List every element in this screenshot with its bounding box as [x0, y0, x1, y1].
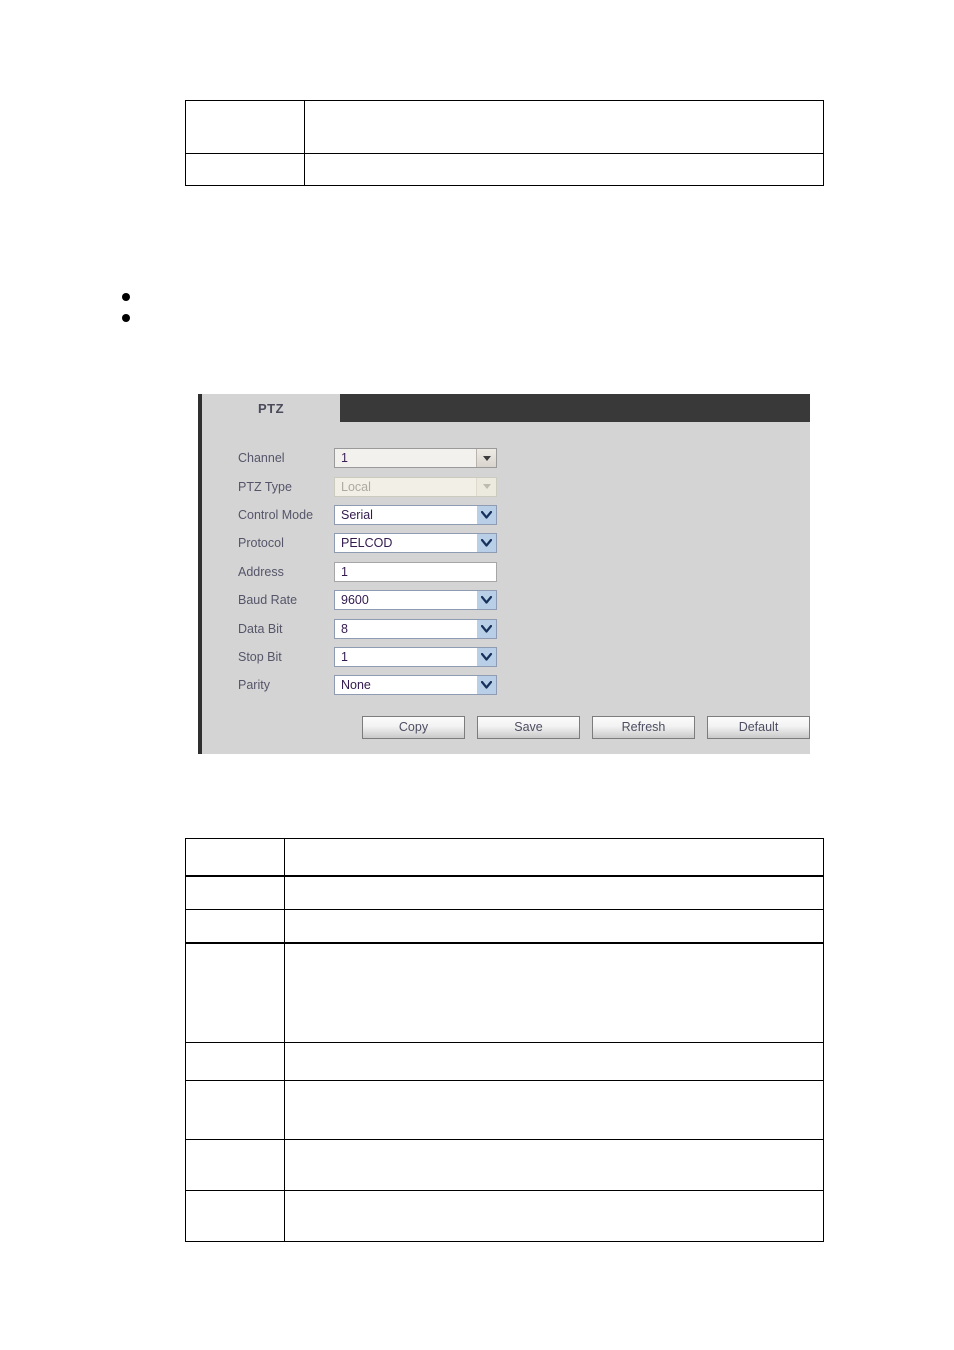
chevron-down-icon[interactable] — [477, 505, 496, 524]
ptz-tab-bar: PTZ — [202, 394, 810, 422]
table-row — [185, 942, 824, 1043]
table-row — [185, 1139, 824, 1191]
save-button[interactable]: Save — [477, 715, 580, 739]
select-control-mode[interactable]: Serial — [334, 504, 497, 525]
select-protocol-value: PELCOD — [341, 536, 393, 551]
select-ptz-type: Local — [334, 476, 497, 497]
table-cell-parameter — [185, 1080, 285, 1140]
select-parity-value: None — [341, 678, 371, 693]
table-cell-function — [284, 838, 824, 877]
label-ptz-type: PTZ Type — [238, 479, 292, 494]
table-cell-parameter — [185, 1139, 285, 1191]
form-row-control-mode: Control Mode Serial — [202, 501, 810, 529]
label-stop-bit: Stop Bit — [238, 649, 282, 664]
chevron-down-icon[interactable] — [477, 676, 496, 695]
select-channel-value: 1 — [341, 451, 348, 466]
select-ptz-type-value: Local — [341, 479, 371, 494]
chevron-down-icon[interactable] — [477, 619, 496, 638]
select-parity[interactable]: None — [334, 675, 497, 696]
table-row — [185, 1042, 824, 1081]
label-address: Address — [238, 564, 284, 579]
ptz-button-row: Copy Save Refresh Default — [202, 700, 810, 739]
table-cell-function — [284, 909, 824, 944]
label-protocol: Protocol — [238, 536, 284, 551]
chevron-down-icon[interactable] — [477, 591, 496, 610]
table-row — [185, 153, 824, 186]
table-row — [185, 1080, 824, 1140]
table-cell-parameter — [185, 1190, 285, 1242]
label-baud-rate: Baud Rate — [238, 593, 298, 608]
label-parity: Parity — [238, 678, 270, 693]
form-row-address: Address 1 — [202, 558, 810, 586]
bullet-list — [100, 286, 130, 328]
table-cell-parameter — [185, 942, 285, 1043]
select-stop-bit-value: 1 — [341, 649, 348, 664]
select-stop-bit[interactable]: 1 — [334, 646, 497, 667]
label-channel: Channel — [238, 451, 285, 466]
label-control-mode: Control Mode — [238, 507, 314, 522]
tab-ptz[interactable]: PTZ — [202, 394, 340, 422]
tab-bar-filler — [340, 394, 810, 422]
input-address-value: 1 — [341, 564, 348, 579]
table-cell-parameter — [185, 875, 285, 910]
table-cell-parameter — [185, 909, 285, 944]
form-row-ptz-type: PTZ Type Local — [202, 472, 810, 500]
table-row — [185, 1190, 824, 1242]
chevron-down-icon[interactable] — [476, 449, 496, 468]
chevron-down-icon[interactable] — [477, 534, 496, 553]
table-cell-function — [284, 942, 824, 1043]
table-cell-function — [284, 875, 824, 910]
chevron-down-icon[interactable] — [477, 647, 496, 666]
form-row-stop-bit: Stop Bit 1 — [202, 643, 810, 671]
ptz-configuration-panel: PTZ Channel 1 PTZ Type Local Control Mode Ser… — [198, 394, 810, 754]
select-control-mode-value: Serial — [341, 507, 373, 522]
select-data-bit[interactable]: 8 — [334, 618, 497, 639]
input-address[interactable]: 1 — [334, 561, 497, 582]
table-row — [185, 875, 824, 910]
form-row-baud-rate: Baud Rate 9600 — [202, 586, 810, 614]
table-cell-parameter — [185, 838, 285, 877]
form-row-parity: Parity None — [202, 671, 810, 699]
refresh-button[interactable]: Refresh — [592, 715, 695, 739]
table-row — [185, 909, 824, 944]
table-cell-parameter — [185, 1042, 285, 1081]
default-button[interactable]: Default — [707, 715, 810, 739]
table-row — [185, 100, 824, 154]
select-protocol[interactable]: PELCOD — [334, 533, 497, 554]
bottom-spec-table-body — [185, 838, 824, 1242]
chevron-down-icon — [476, 477, 496, 496]
top-spec-table-body — [185, 100, 824, 186]
ptz-form: Channel 1 PTZ Type Local Control Mode Serial P… — [202, 422, 810, 700]
table-cell-function — [284, 1190, 824, 1242]
bottom-spec-table — [185, 838, 824, 1242]
table-row — [185, 838, 824, 877]
table-cell-description — [304, 100, 824, 154]
copy-button[interactable]: Copy — [362, 715, 465, 739]
label-data-bit: Data Bit — [238, 621, 283, 636]
table-cell-function — [284, 1042, 824, 1081]
form-row-channel: Channel 1 — [202, 444, 810, 472]
table-cell-label — [185, 100, 305, 154]
select-data-bit-value: 8 — [341, 621, 348, 636]
form-row-data-bit: Data Bit 8 — [202, 614, 810, 642]
select-baud-rate[interactable]: 9600 — [334, 590, 497, 611]
table-cell-function — [284, 1080, 824, 1140]
top-spec-table — [185, 100, 824, 186]
table-cell-label — [185, 153, 305, 186]
form-row-protocol: Protocol PELCOD — [202, 529, 810, 557]
select-baud-rate-value: 9600 — [341, 593, 369, 608]
tab-ptz-label: PTZ — [257, 400, 285, 416]
select-channel[interactable]: 1 — [334, 448, 497, 469]
table-cell-description — [304, 153, 824, 186]
table-cell-function — [284, 1139, 824, 1191]
